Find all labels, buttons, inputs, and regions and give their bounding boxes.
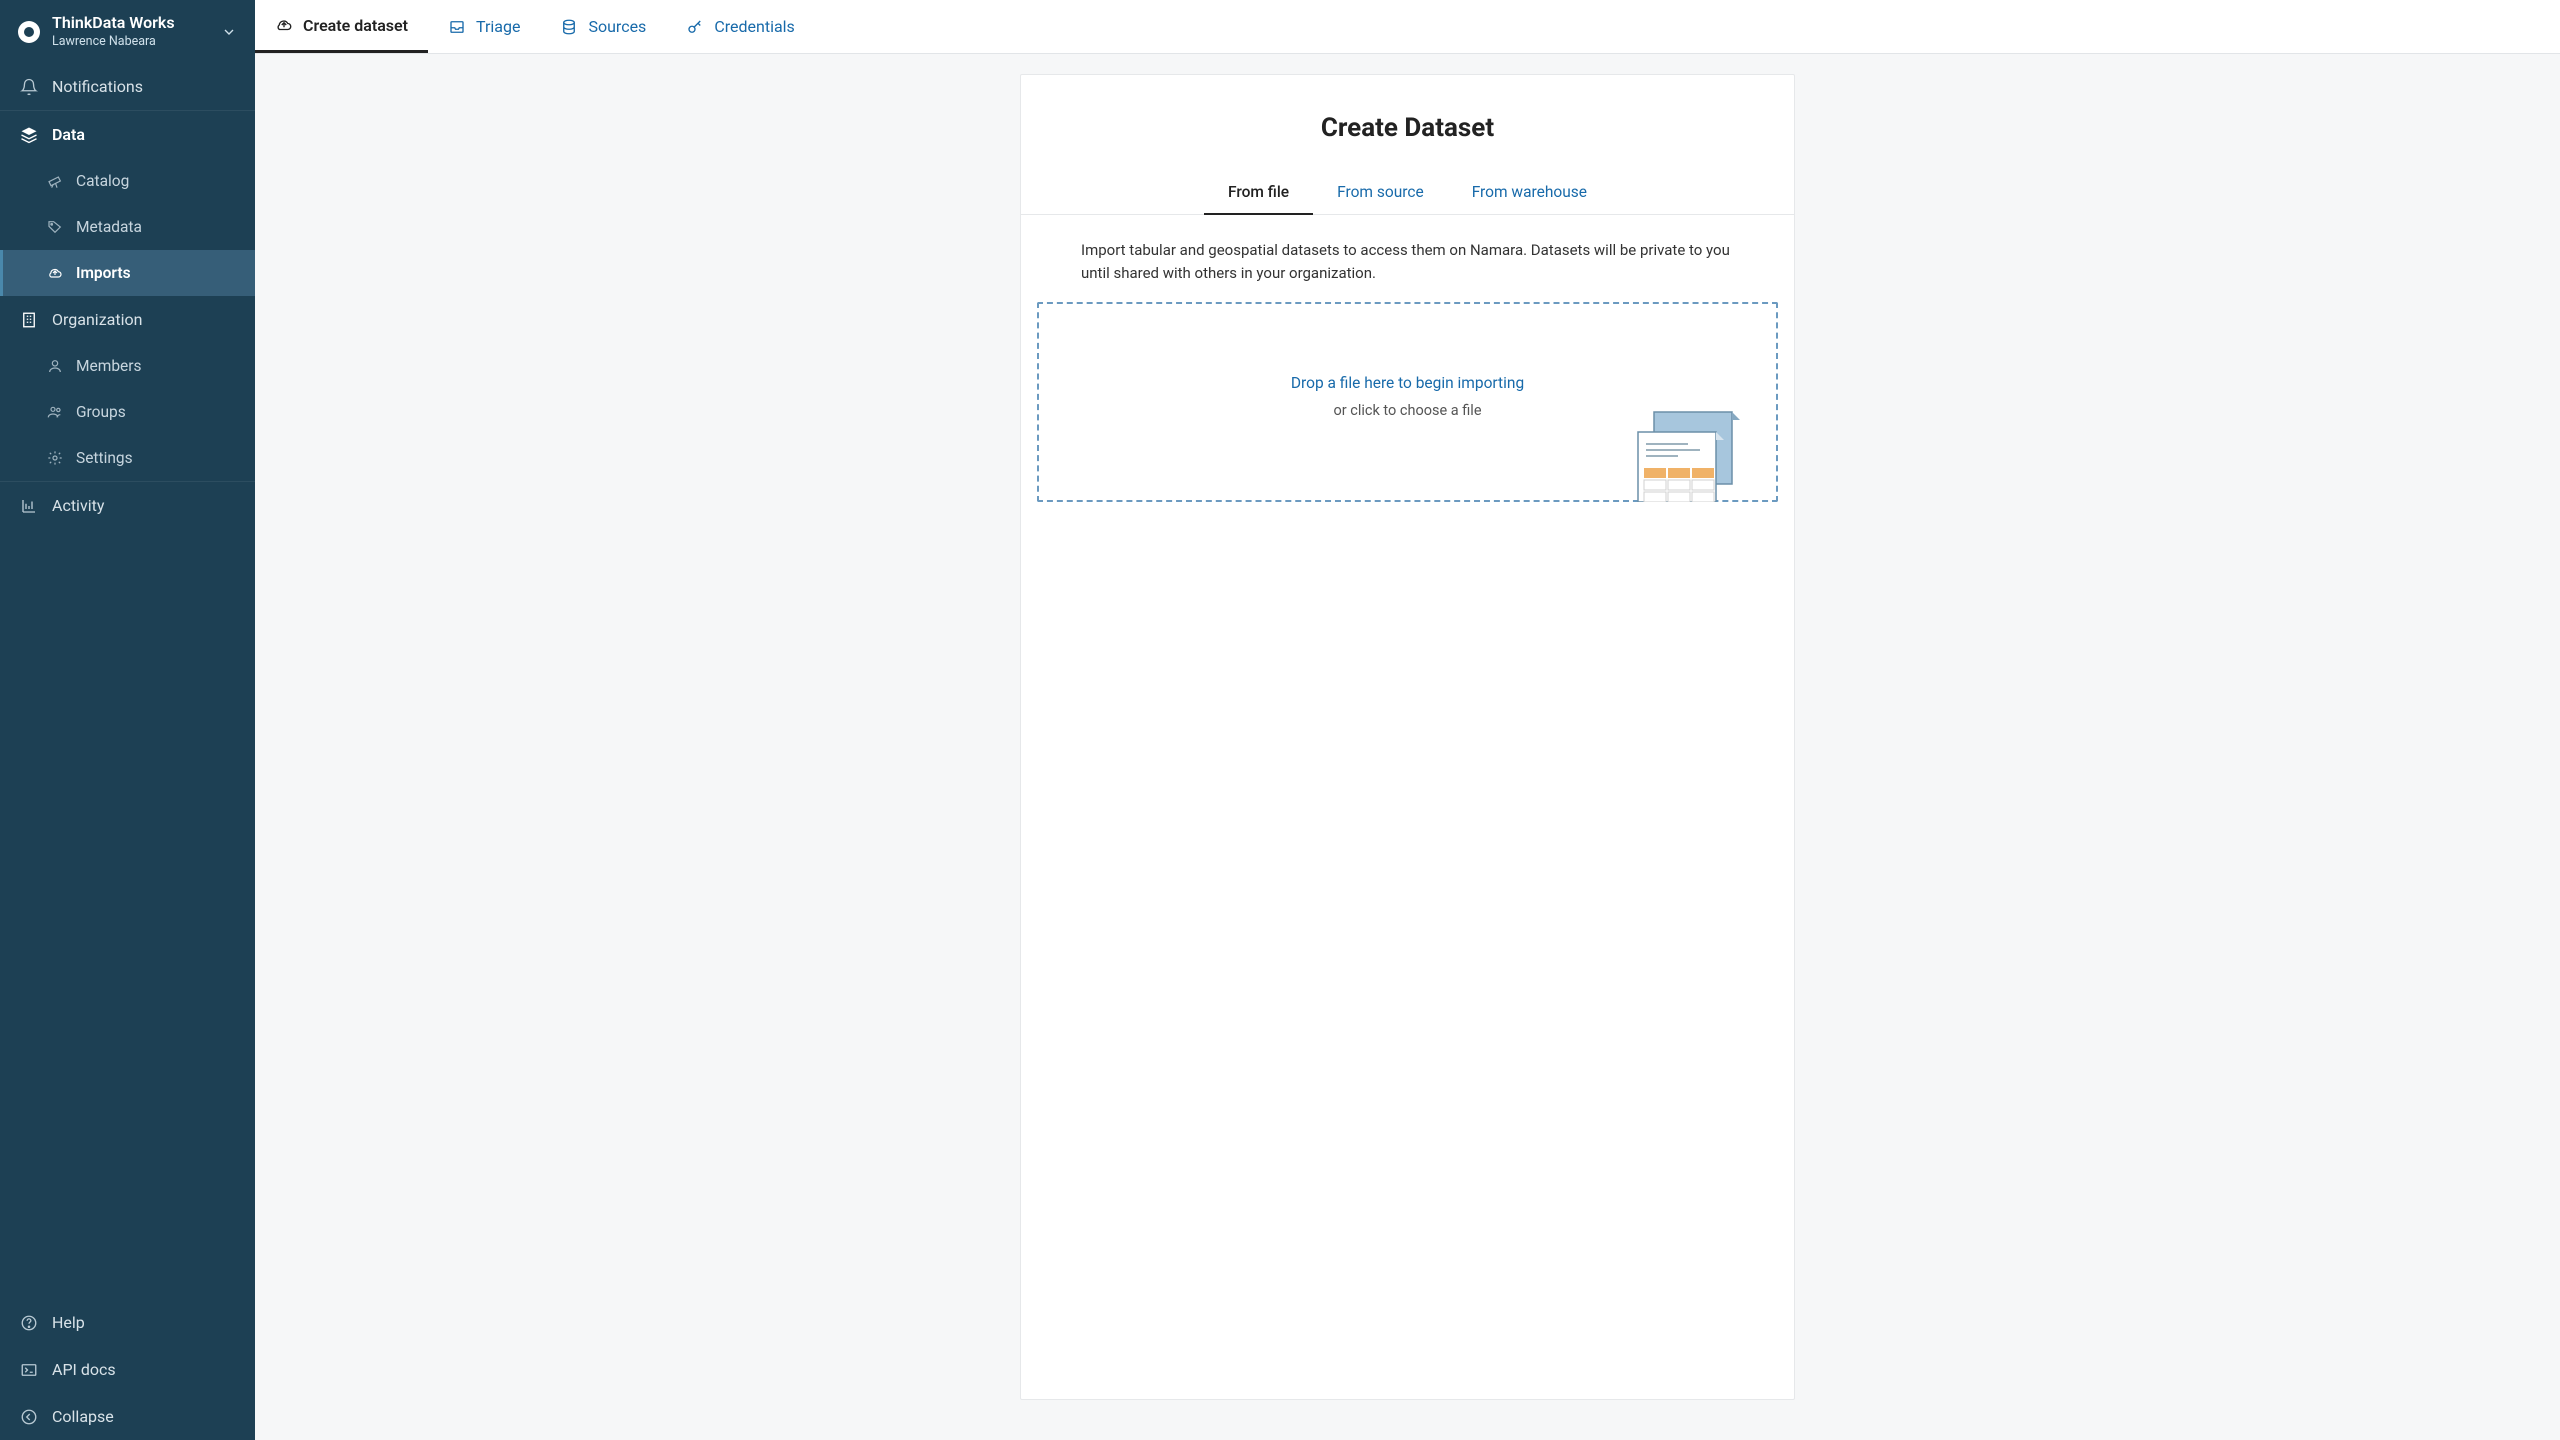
sidebar-item-members[interactable]: Members <box>0 343 255 389</box>
sidebar-item-label: Data <box>52 125 85 144</box>
sidebar-item-metadata[interactable]: Metadata <box>0 204 255 250</box>
source-tab-label: From warehouse <box>1472 183 1587 201</box>
sidebar-item-groups[interactable]: Groups <box>0 389 255 435</box>
sidebar-item-notifications[interactable]: Notifications <box>0 63 255 110</box>
topbar: Create dataset Triage Sources Credential… <box>255 0 2560 54</box>
create-dataset-card: Create Dataset From file From source Fro… <box>1020 74 1795 1400</box>
sidebar: ThinkData Works Lawrence Nabeara Notific… <box>0 0 255 1440</box>
tag-icon <box>46 218 64 236</box>
source-tab-from-warehouse[interactable]: From warehouse <box>1448 173 1611 214</box>
cloud-upload-icon <box>46 264 64 282</box>
sidebar-item-api-docs[interactable]: API docs <box>0 1346 255 1393</box>
dropzone-secondary-text: or click to choose a file <box>1333 402 1481 419</box>
chart-icon <box>20 497 38 515</box>
sidebar-item-label: Organization <box>52 310 142 329</box>
sidebar-item-label: API docs <box>52 1360 116 1379</box>
org-switcher[interactable]: ThinkData Works Lawrence Nabeara <box>0 0 255 63</box>
help-icon <box>20 1314 38 1332</box>
sidebar-item-label: Activity <box>52 496 104 515</box>
sidebar-item-collapse[interactable]: Collapse <box>0 1393 255 1440</box>
tab-label: Sources <box>588 17 646 36</box>
tab-create-dataset[interactable]: Create dataset <box>255 0 428 53</box>
documents-illustration-icon <box>1618 410 1748 502</box>
bell-icon <box>20 78 38 96</box>
source-tabs: From file From source From warehouse <box>1021 173 1794 215</box>
sidebar-item-label: Collapse <box>52 1407 114 1426</box>
sidebar-item-settings[interactable]: Settings <box>0 435 255 481</box>
key-icon <box>686 18 704 36</box>
cloud-upload-icon <box>275 16 293 34</box>
terminal-icon <box>20 1361 38 1379</box>
sidebar-item-label: Metadata <box>76 218 142 236</box>
sidebar-item-label: Members <box>76 357 142 375</box>
sidebar-item-label: Notifications <box>52 77 143 96</box>
file-dropzone[interactable]: Drop a file here to begin importing or c… <box>1037 302 1778 502</box>
sidebar-item-activity[interactable]: Activity <box>0 482 255 529</box>
org-logo-icon <box>18 21 40 43</box>
org-name: ThinkData Works <box>52 14 215 32</box>
source-tab-label: From file <box>1228 183 1289 201</box>
dropzone-primary-text: Drop a file here to begin importing <box>1291 374 1524 392</box>
chevron-down-icon <box>221 24 237 40</box>
tab-sources[interactable]: Sources <box>540 0 666 53</box>
users-icon <box>46 403 64 421</box>
telescope-icon <box>46 172 64 190</box>
database-icon <box>560 18 578 36</box>
source-tab-label: From source <box>1337 183 1424 201</box>
source-tab-from-source[interactable]: From source <box>1313 173 1448 214</box>
tab-credentials[interactable]: Credentials <box>666 0 815 53</box>
sidebar-item-help[interactable]: Help <box>0 1299 255 1346</box>
sidebar-item-imports[interactable]: Imports <box>0 250 255 296</box>
card-title: Create Dataset <box>1081 113 1734 143</box>
sidebar-item-label: Catalog <box>76 172 129 190</box>
sidebar-item-data[interactable]: Data <box>0 111 255 158</box>
tab-label: Triage <box>476 17 520 36</box>
collapse-icon <box>20 1408 38 1426</box>
source-tab-from-file[interactable]: From file <box>1204 173 1313 215</box>
building-icon <box>20 311 38 329</box>
user-name: Lawrence Nabeara <box>52 34 215 49</box>
tab-label: Credentials <box>714 17 795 36</box>
layers-icon <box>20 126 38 144</box>
sidebar-item-label: Settings <box>76 449 133 467</box>
sidebar-item-label: Imports <box>76 264 131 282</box>
sidebar-item-organization[interactable]: Organization <box>0 296 255 343</box>
sidebar-item-label: Help <box>52 1313 85 1332</box>
description: Import tabular and geospatial datasets t… <box>1037 239 1778 284</box>
gear-icon <box>46 449 64 467</box>
inbox-icon <box>448 18 466 36</box>
user-icon <box>46 357 64 375</box>
main: Create dataset Triage Sources Credential… <box>255 0 2560 1440</box>
sidebar-item-label: Groups <box>76 403 126 421</box>
sidebar-item-catalog[interactable]: Catalog <box>0 158 255 204</box>
tab-triage[interactable]: Triage <box>428 0 540 53</box>
content: Create Dataset From file From source Fro… <box>255 54 2560 1440</box>
tab-label: Create dataset <box>303 16 408 35</box>
